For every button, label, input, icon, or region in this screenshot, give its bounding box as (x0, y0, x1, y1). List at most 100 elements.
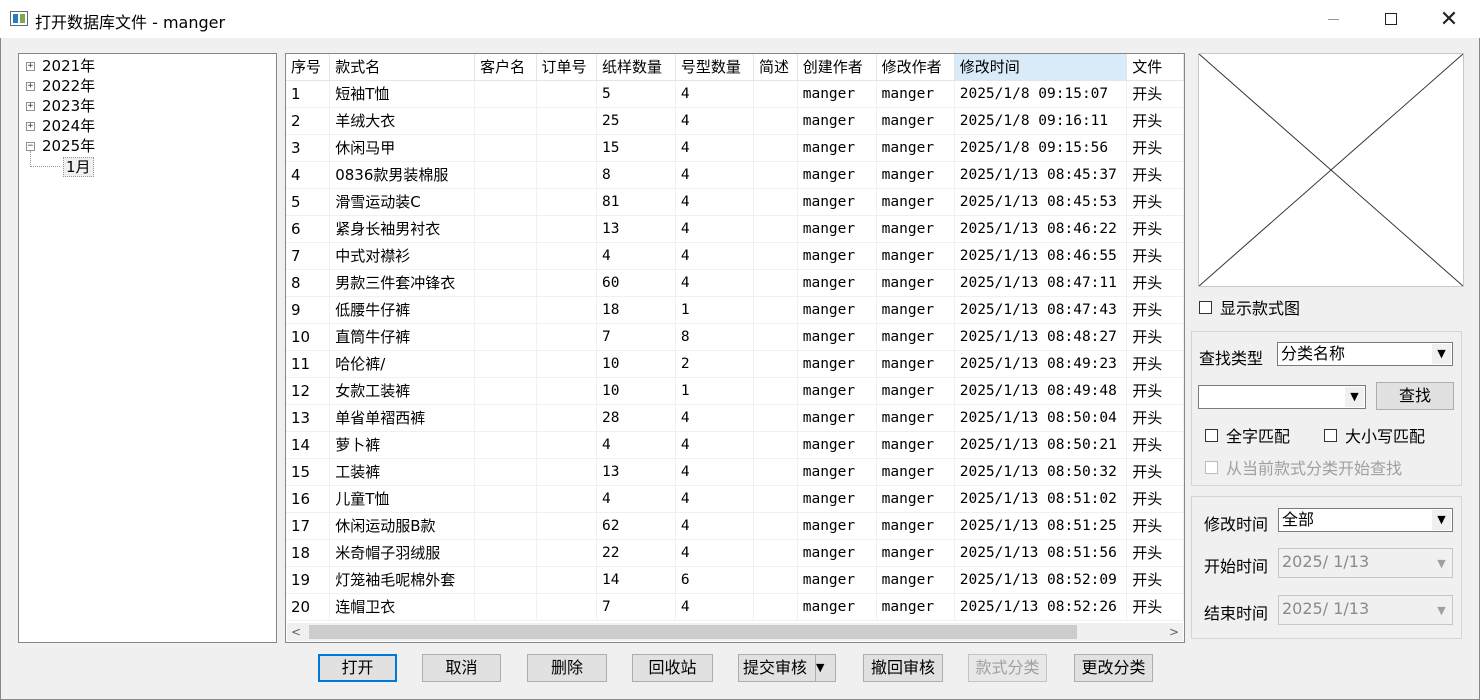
table-row[interactable]: 1 短袖T恤 5 4 manger manger 2025/1/8 09:15:07 开头 (286, 80, 1184, 108)
table-cell: 2025/1/13 08:45:37 (954, 161, 1128, 189)
table-cell: 2025/1/13 08:52:09 (954, 566, 1128, 594)
table-row[interactable]: 17 休闲运动服B款 62 4 manger manger 2025/1/13 08:51:… (286, 512, 1184, 540)
table-row[interactable]: 20 连帽卫衣 7 4 manger manger 2025/1/13 08:52:26 开头 (286, 593, 1184, 621)
change-category-button[interactable]: 更改分类 (1074, 654, 1153, 682)
column-header[interactable]: 创建作者 (797, 54, 877, 81)
table-cell (536, 404, 597, 432)
table-row[interactable]: 16 儿童T恤 4 4 manger manger 2025/1/13 08:51:02 开头 (286, 485, 1184, 513)
tree-item-label[interactable]: 2021年 (42, 57, 95, 75)
tree-item-label[interactable]: 2024年 (42, 117, 95, 135)
table-cell: manger (876, 80, 955, 108)
tree-item-2025-january[interactable]: 1月 (19, 151, 276, 177)
show-style-image-option[interactable]: 显示款式图 (1199, 295, 1300, 319)
column-header[interactable]: 修改时间 (954, 54, 1128, 81)
column-header[interactable]: 序号 (286, 54, 331, 81)
close-button[interactable]: ✕ (1420, 0, 1478, 38)
table-cell: manger (876, 431, 955, 459)
column-header[interactable]: 款式名 (329, 54, 476, 81)
column-header[interactable]: 客户名 (474, 54, 537, 81)
table-row[interactable]: 12 女款工装裤 10 1 manger manger 2025/1/13 08:49:48… (286, 377, 1184, 405)
scrollbar-thumb[interactable] (309, 625, 1077, 639)
table-cell: 60 (596, 269, 676, 297)
table-cell (474, 215, 537, 243)
tree-item-label[interactable]: 2023年 (42, 97, 95, 115)
table-cell: manger (797, 188, 877, 216)
table-cell: 14 (596, 566, 676, 594)
column-header[interactable]: 简述 (753, 54, 798, 81)
table-row[interactable]: 5 滑雪运动装C 81 4 manger manger 2025/1/13 08:45:53… (286, 188, 1184, 216)
delete-button[interactable]: 删除 (527, 654, 607, 682)
column-header[interactable]: 纸样数量 (596, 54, 676, 81)
start-date-picker: 2025/ 1/13 ▼ (1278, 548, 1453, 578)
whole-word-option[interactable]: 全字匹配 (1205, 423, 1290, 447)
open-button[interactable]: 打开 (318, 654, 397, 682)
table-cell: manger (876, 296, 955, 324)
modify-time-select[interactable]: 全部 ▼ (1278, 508, 1453, 532)
search-type-value: 分类名称 (1281, 344, 1346, 363)
tree-item-2023[interactable]: + 2023年 (19, 97, 276, 117)
submit-review-dropdown-icon[interactable]: ▼ (815, 655, 835, 681)
table-row[interactable]: 13 单省单褶西裤 28 4 manger manger 2025/1/13 08:50:0… (286, 404, 1184, 432)
expand-icon[interactable]: + (26, 62, 35, 71)
table-row[interactable]: 9 低腰牛仔裤 18 1 manger manger 2025/1/13 08:47:43 开… (286, 296, 1184, 324)
table-cell (474, 593, 537, 621)
match-case-option[interactable]: 大小写匹配 (1324, 423, 1425, 447)
table-cell: 连帽卫衣 (329, 593, 476, 621)
table-cell (474, 350, 537, 378)
column-header[interactable]: 订单号 (536, 54, 597, 81)
show-style-image-checkbox[interactable] (1199, 300, 1212, 314)
table-row[interactable]: 3 休闲马甲 15 4 manger manger 2025/1/8 09:15:56 开头 (286, 134, 1184, 162)
column-header[interactable]: 修改作者 (876, 54, 955, 81)
tree-item-2024[interactable]: + 2024年 (19, 117, 276, 137)
table-cell: 15 (596, 134, 676, 162)
cancel-button[interactable]: 取消 (422, 654, 501, 682)
table-cell (753, 485, 798, 513)
expand-icon[interactable]: + (26, 82, 35, 91)
table-row[interactable]: 18 米奇帽子羽绒服 22 4 manger manger 2025/1/13 08:51:… (286, 539, 1184, 567)
collapse-icon[interactable]: − (26, 142, 35, 151)
column-header[interactable]: 号型数量 (675, 54, 754, 81)
table-row[interactable]: 4 0836款男装棉服 8 4 manger manger 2025/1/13 08:45:… (286, 161, 1184, 189)
scroll-left-icon[interactable]: < (287, 623, 305, 641)
dropdown-icon[interactable]: ▼ (1432, 510, 1451, 530)
column-header[interactable]: 文件 (1126, 54, 1184, 81)
expand-icon[interactable]: + (26, 122, 35, 131)
table-row[interactable]: 7 中式对襟衫 4 4 manger manger 2025/1/13 08:46:55 开头 (286, 242, 1184, 270)
recycle-bin-button[interactable]: 回收站 (632, 654, 713, 682)
maximize-button[interactable] (1362, 0, 1420, 38)
whole-word-checkbox[interactable] (1205, 428, 1218, 442)
search-query-combo[interactable]: ▼ (1198, 385, 1366, 409)
find-button[interactable]: 查找 (1376, 382, 1454, 410)
dropdown-icon[interactable]: ▼ (1432, 344, 1451, 364)
file-table: 序号 款式名 客户名 订单号 纸样数量 号型数量 简述 创建作者 修改作者 修改时间 文件 1 短袖T… (286, 54, 1184, 621)
tree-item-label[interactable]: 1月 (63, 157, 94, 177)
expand-icon[interactable]: + (26, 102, 35, 111)
table-row[interactable]: 2 羊绒大衣 25 4 manger manger 2025/1/8 09:16:11 开头 (286, 107, 1184, 135)
table-row[interactable]: 19 灯笼袖毛呢棉外套 14 6 manger manger 2025/1/13 08:52… (286, 566, 1184, 594)
withdraw-review-button[interactable]: 撤回审核 (863, 654, 943, 682)
table-cell: 4 (675, 215, 754, 243)
table-row[interactable]: 6 紧身长袖男衬衣 13 4 manger manger 2025/1/13 08:46:2… (286, 215, 1184, 243)
tree-item-label[interactable]: 2022年 (42, 77, 95, 95)
scroll-right-icon[interactable]: > (1165, 623, 1183, 641)
table-row[interactable]: 11 哈伦裤/10 2 manger manger 2025/1/13 08:49:23 开… (286, 350, 1184, 378)
table-row[interactable]: 10 直筒牛仔裤 7 8 manger manger 2025/1/13 08:48:27 开… (286, 323, 1184, 351)
submit-review-button[interactable]: 提交审核 ▼ (738, 654, 836, 682)
horizontal-scrollbar[interactable]: < > (287, 623, 1183, 641)
minimize-button[interactable] (1304, 0, 1362, 38)
table-cell: manger (797, 134, 877, 162)
table-cell: 4 (286, 161, 331, 189)
tree-item-2021[interactable]: + 2021年 (19, 57, 276, 77)
table-row[interactable]: 14 萝卜裤 4 4 manger manger 2025/1/13 08:50:21 开头 (286, 431, 1184, 459)
match-case-checkbox[interactable] (1324, 428, 1337, 442)
table-row[interactable]: 15 工装裤 13 4 manger manger 2025/1/13 08:50:32 开头 (286, 458, 1184, 486)
table-row[interactable]: 8 男款三件套冲锋衣 60 4 manger manger 2025/1/13 08:47:… (286, 269, 1184, 297)
year-tree[interactable]: + 2021年 + 2022年 + 2023年 + 2024年 − 2025年 … (18, 53, 277, 643)
table-cell: manger (876, 539, 955, 567)
style-file-grid[interactable]: 序号 款式名 客户名 订单号 纸样数量 号型数量 简述 创建作者 修改作者 修改时间 文件 1 短袖T… (285, 53, 1185, 643)
tree-item-2022[interactable]: + 2022年 (19, 77, 276, 97)
table-cell: 4 (596, 242, 676, 270)
search-type-select[interactable]: 分类名称 ▼ (1277, 342, 1453, 366)
table-cell (474, 404, 537, 432)
dropdown-icon[interactable]: ▼ (1345, 387, 1364, 407)
